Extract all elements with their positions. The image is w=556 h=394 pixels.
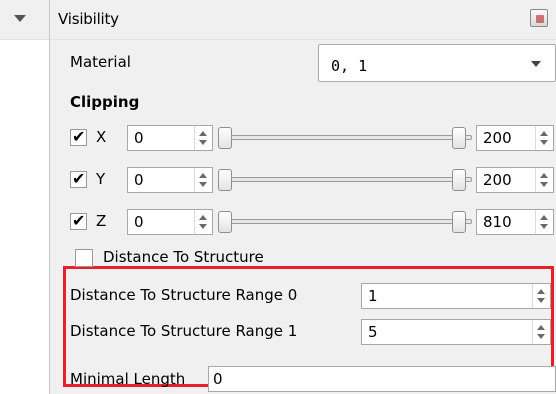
range0-value: 1 (368, 287, 378, 305)
clip-y-max-value: 200 (483, 171, 512, 189)
range0-spinbox[interactable]: 1 (361, 283, 551, 309)
clip-x-slider-min-handle[interactable] (218, 127, 232, 149)
clip-z-max-spinbox[interactable]: 810 (476, 209, 554, 235)
spin-up-icon[interactable] (537, 325, 545, 330)
clip-y-min-value: 0 (134, 171, 144, 189)
clip-z-slider-max-handle[interactable] (452, 211, 466, 233)
clip-x-label: X (96, 128, 107, 146)
range1-value: 5 (368, 323, 378, 341)
clip-z-max-value: 810 (483, 213, 512, 231)
spin-buttons[interactable] (535, 168, 553, 192)
spin-buttons[interactable] (194, 168, 212, 192)
distance-to-structure-label: Distance To Structure (103, 248, 264, 266)
spin-down-icon[interactable] (537, 298, 545, 303)
spin-down-icon[interactable] (199, 224, 207, 229)
minimal-length-value: 0 (213, 370, 223, 388)
spin-buttons[interactable] (532, 284, 550, 308)
clip-z-label: Z (96, 212, 107, 230)
chevron-down-icon (531, 61, 541, 67)
clip-z-min-spinbox[interactable]: 0 (127, 209, 213, 235)
spin-down-icon[interactable] (199, 140, 207, 145)
spin-down-icon[interactable] (540, 224, 548, 229)
spin-down-icon[interactable] (199, 182, 207, 187)
spin-buttons[interactable] (535, 210, 553, 234)
spin-down-icon[interactable] (537, 334, 545, 339)
clip-y-min-spinbox[interactable]: 0 (127, 167, 213, 193)
minimal-length-label: Minimal Length (70, 370, 186, 388)
spin-down-icon[interactable] (540, 140, 548, 145)
clip-x-min-spinbox[interactable]: 0 (127, 125, 213, 151)
tree-gutter (0, 0, 50, 394)
section-settings-icon[interactable] (530, 9, 548, 27)
spin-buttons[interactable] (535, 126, 553, 150)
clip-z-slider-track[interactable] (222, 219, 472, 224)
spin-up-icon[interactable] (199, 131, 207, 136)
collapse-triangle-icon[interactable] (14, 15, 26, 22)
spin-down-icon[interactable] (540, 182, 548, 187)
material-label: Material (70, 53, 131, 71)
material-combobox[interactable]: 0, 1 (318, 44, 556, 82)
material-value: 0, 1 (331, 57, 368, 75)
spin-up-icon[interactable] (199, 173, 207, 178)
clip-x-max-spinbox[interactable]: 200 (476, 125, 554, 151)
clip-y-slider-max-handle[interactable] (452, 169, 466, 191)
clip-x-max-value: 200 (483, 129, 512, 147)
clip-y-label: Y (96, 170, 106, 188)
check-icon: ✔ (72, 211, 86, 230)
clip-y-slider-track[interactable] (222, 177, 472, 182)
clip-y-checkbox[interactable]: ✔ (70, 169, 87, 188)
clip-x-slider-max-handle[interactable] (452, 127, 466, 149)
spin-up-icon[interactable] (199, 215, 207, 220)
clip-z-checkbox[interactable]: ✔ (70, 211, 87, 230)
spin-up-icon[interactable] (540, 131, 548, 136)
spin-buttons[interactable] (532, 320, 550, 344)
range1-label: Distance To Structure Range 1 (70, 322, 298, 340)
clip-z-min-value: 0 (134, 213, 144, 231)
clip-x-min-value: 0 (134, 129, 144, 147)
clip-z-slider-min-handle[interactable] (218, 211, 232, 233)
distance-to-structure-checkbox[interactable] (75, 249, 93, 267)
spin-buttons[interactable] (194, 210, 212, 234)
minimal-length-input[interactable]: 0 (208, 366, 556, 392)
panel-divider (49, 0, 50, 394)
spin-buttons[interactable] (194, 126, 212, 150)
spin-up-icon[interactable] (537, 289, 545, 294)
spin-up-icon[interactable] (540, 173, 548, 178)
range1-spinbox[interactable]: 5 (361, 319, 551, 345)
clipping-heading: Clipping (70, 93, 140, 111)
check-icon: ✔ (72, 127, 86, 146)
clip-y-max-spinbox[interactable]: 200 (476, 167, 554, 193)
spin-up-icon[interactable] (540, 215, 548, 220)
clip-x-checkbox[interactable]: ✔ (70, 127, 87, 146)
check-icon: ✔ (72, 169, 86, 188)
range0-label: Distance To Structure Range 0 (70, 286, 298, 304)
clip-y-slider-min-handle[interactable] (218, 169, 232, 191)
clip-x-slider-track[interactable] (222, 135, 472, 140)
section-title: Visibility (58, 10, 119, 28)
